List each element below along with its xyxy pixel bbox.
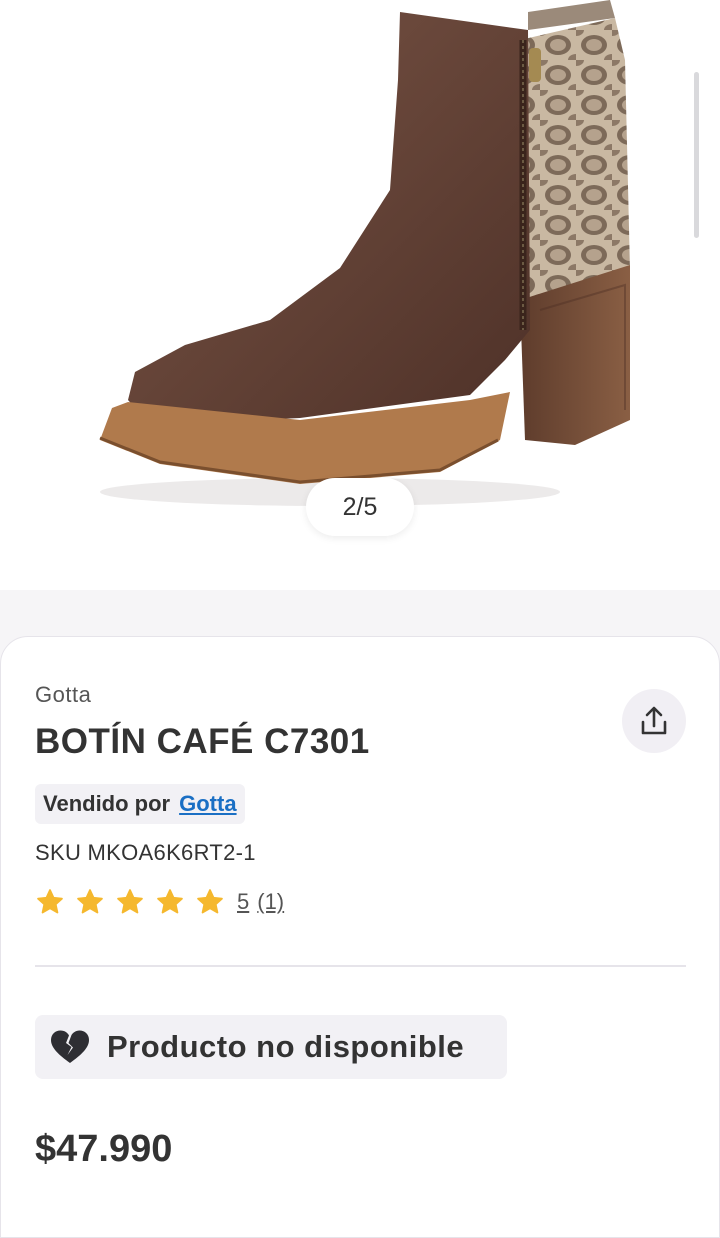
product-price: $47.990: [35, 1128, 173, 1170]
image-counter: 2/5: [306, 478, 414, 536]
broken-heart-icon: [51, 1030, 89, 1063]
rating-value[interactable]: 5: [237, 889, 249, 915]
seller-badge: Vendido por Gotta: [35, 784, 245, 824]
star-icon: [157, 889, 183, 914]
rating-count[interactable]: (1): [257, 889, 284, 915]
star-icon: [117, 889, 143, 914]
star-icon: [197, 889, 223, 914]
rating[interactable]: 5 (1): [35, 884, 284, 920]
share-button[interactable]: [622, 689, 686, 753]
star-icon: [37, 889, 63, 914]
product-sku: SKU MKOA6K6RT2-1: [35, 840, 256, 865]
divider: [35, 965, 686, 967]
availability-status: Producto no disponible: [107, 1029, 465, 1064]
unavailable-badge: Producto no disponible: [35, 1015, 507, 1079]
share-icon: [641, 706, 667, 735]
product-title: BOTÍN CAFÉ C7301: [35, 722, 370, 761]
scrollbar[interactable]: [694, 72, 699, 238]
star-icon: [77, 889, 103, 914]
product-image-gallery[interactable]: 2/5: [0, 0, 720, 590]
seller-link[interactable]: Gotta: [179, 791, 236, 817]
seller-prefix: Vendido por: [43, 791, 171, 816]
product-brand[interactable]: Gotta: [35, 682, 91, 708]
